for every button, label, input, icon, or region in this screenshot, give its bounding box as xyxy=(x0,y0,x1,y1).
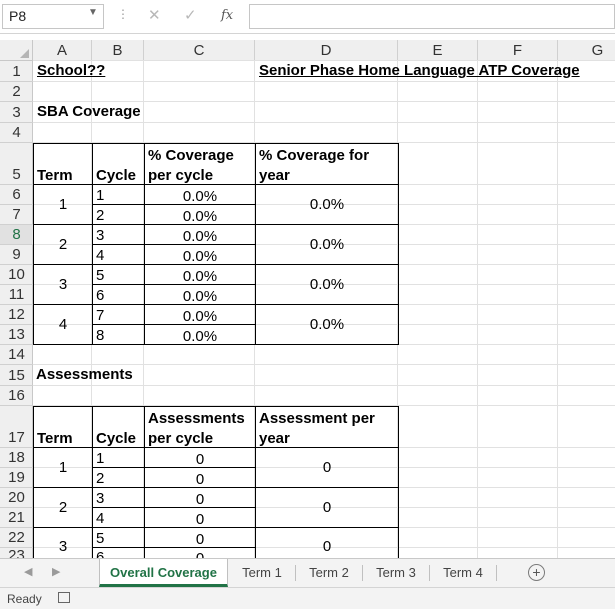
sba-cycle-cell[interactable]: 5 xyxy=(92,265,144,285)
assess-term-cell[interactable]: 3 xyxy=(33,528,92,558)
tab-overall-coverage[interactable]: Overall Coverage xyxy=(99,559,228,587)
assess-value-cell[interactable]: 0 xyxy=(144,508,255,528)
sba-cycle-cell[interactable]: 3 xyxy=(92,225,144,245)
cell-a3-sba-title[interactable]: SBA Coverage xyxy=(37,103,141,121)
sba-term-cell[interactable]: 3 xyxy=(33,265,92,305)
assess-value-cell[interactable]: 0 xyxy=(144,448,255,468)
assess-header-term[interactable]: Term xyxy=(33,406,92,448)
assess-header-cycle[interactable]: Cycle xyxy=(92,406,144,448)
status-text: Ready xyxy=(7,592,42,606)
sba-value-cell[interactable]: 0.0% xyxy=(144,245,255,265)
sba-value-cell[interactable]: 0.0% xyxy=(144,285,255,305)
cell-a1-school[interactable]: School?? xyxy=(37,62,105,80)
cell-d1-heading[interactable]: Senior Phase Home Language ATP Coverage xyxy=(259,62,580,80)
formula-bar: P8 ▼ ⋮ ✕ ✓ fx xyxy=(0,0,615,34)
assess-header-per-cycle[interactable]: Assessments per cycle xyxy=(144,406,255,448)
assess-cycle-cell[interactable]: 6 xyxy=(92,548,144,558)
sba-header-cycle[interactable]: Cycle xyxy=(92,143,144,185)
sba-value-cell[interactable]: 0.0% xyxy=(144,185,255,205)
sba-value-cell[interactable]: 0.0% xyxy=(144,305,255,325)
sba-header-per-cycle[interactable]: % Coverage per cycle xyxy=(144,143,255,185)
sba-cycle-cell[interactable]: 4 xyxy=(92,245,144,265)
sba-value-cell[interactable]: 0.0% xyxy=(144,205,255,225)
sba-cycle-cell[interactable]: 1 xyxy=(92,185,144,205)
sba-header-term[interactable]: Term xyxy=(33,143,92,185)
sba-value-cell[interactable]: 0.0% xyxy=(144,225,255,245)
formula-input[interactable] xyxy=(249,4,615,29)
status-bar: Ready xyxy=(0,587,615,609)
chevron-down-icon[interactable]: ▼ xyxy=(88,7,98,18)
sba-year-cell[interactable]: 0.0% xyxy=(255,225,399,265)
insert-function-icon[interactable]: fx xyxy=(221,8,233,23)
assess-value-cell[interactable]: 0 xyxy=(144,488,255,508)
plus-circle-icon[interactable]: + xyxy=(528,564,545,581)
sba-header-per-year[interactable]: % Coverage for year xyxy=(255,143,399,185)
sba-cycle-cell[interactable]: 8 xyxy=(92,325,144,345)
worksheet-grid[interactable]: A B C D E F G 1 2 3 4 5 6 7 8 9 10 11 12 13 14 15 16 17 1… xyxy=(0,40,615,558)
triangle-left-icon[interactable]: ◀ xyxy=(24,565,32,578)
sba-term-cell[interactable]: 1 xyxy=(33,185,92,225)
sba-year-cell[interactable]: 0.0% xyxy=(255,185,399,225)
sheet-tab-bar: ◀ ▶ Overall Coverage Term 1 Term 2 Term … xyxy=(0,558,615,587)
assess-cycle-cell[interactable]: 4 xyxy=(92,508,144,528)
assess-term-cell[interactable]: 1 xyxy=(33,448,92,488)
assess-cycle-cell[interactable]: 5 xyxy=(92,528,144,548)
assess-value-cell[interactable]: 0 xyxy=(144,548,255,558)
sba-year-cell[interactable]: 0.0% xyxy=(255,265,399,305)
assess-header-per-year[interactable]: Assessment per year xyxy=(255,406,399,448)
cells-layer: School?? Senior Phase Home Language ATP … xyxy=(0,40,615,558)
assess-year-cell[interactable]: 0 xyxy=(255,448,399,488)
tab-term-1[interactable]: Term 1 xyxy=(229,559,295,587)
sba-year-cell[interactable]: 0.0% xyxy=(255,305,399,345)
assess-cycle-cell[interactable]: 2 xyxy=(92,468,144,488)
sba-term-cell[interactable]: 2 xyxy=(33,225,92,265)
more-options-icon: ⋮ xyxy=(117,7,129,21)
assess-year-cell[interactable]: 0 xyxy=(255,488,399,528)
sba-value-cell[interactable]: 0.0% xyxy=(144,265,255,285)
tab-term-2[interactable]: Term 2 xyxy=(296,559,362,587)
tab-term-4[interactable]: Term 4 xyxy=(430,559,496,587)
sba-value-cell[interactable]: 0.0% xyxy=(144,325,255,345)
triangle-right-icon[interactable]: ▶ xyxy=(52,565,60,578)
cancel-icon[interactable]: ✕ xyxy=(148,6,161,24)
tab-separator xyxy=(496,565,497,581)
sba-cycle-cell[interactable]: 6 xyxy=(92,285,144,305)
macro-record-icon[interactable] xyxy=(58,592,70,603)
tab-term-3[interactable]: Term 3 xyxy=(363,559,429,587)
sba-cycle-cell[interactable]: 2 xyxy=(92,205,144,225)
assess-year-cell[interactable]: 0 xyxy=(255,528,399,558)
assess-cycle-cell[interactable]: 1 xyxy=(92,448,144,468)
assess-value-cell[interactable]: 0 xyxy=(144,468,255,488)
assess-cycle-cell[interactable]: 3 xyxy=(92,488,144,508)
cell-a15-assess-title[interactable]: Assessments xyxy=(36,366,133,384)
assess-value-cell[interactable]: 0 xyxy=(144,528,255,548)
sba-cycle-cell[interactable]: 7 xyxy=(92,305,144,325)
assess-term-cell[interactable]: 2 xyxy=(33,488,92,528)
sba-term-cell[interactable]: 4 xyxy=(33,305,92,345)
enter-icon[interactable]: ✓ xyxy=(184,6,197,24)
